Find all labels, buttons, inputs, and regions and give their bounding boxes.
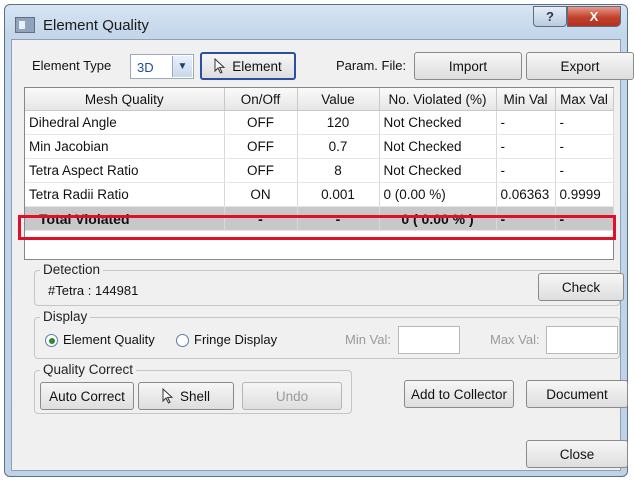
import-button[interactable]: Import: [414, 52, 522, 80]
violated-cell: Not Checked: [379, 158, 497, 183]
undo-button[interactable]: Undo: [242, 382, 342, 410]
element-quality-radio[interactable]: [45, 334, 58, 347]
column-header[interactable]: Value: [297, 88, 380, 111]
auto-correct-button[interactable]: Auto Correct: [40, 382, 134, 410]
onoff-cell[interactable]: OFF: [224, 134, 298, 159]
max-val-field[interactable]: [546, 326, 618, 354]
quality-table: Mesh Quality On/Off Value No. Violated (…: [24, 87, 614, 260]
fringe-display-radio[interactable]: [176, 334, 189, 347]
column-header[interactable]: Max Val: [555, 88, 614, 111]
min-val-cell: -: [496, 110, 556, 135]
detection-group-label: Detection: [40, 262, 104, 277]
max-val-cell: -: [555, 134, 614, 159]
total-violated-cell: 0 ( 0.00 % ): [379, 206, 497, 231]
table-row[interactable]: Dihedral Angle OFF 120 Not Checked - -: [25, 110, 614, 135]
table-row[interactable]: Tetra Radii Ratio ON 0.001 0 (0.00 %) 0.…: [25, 182, 614, 207]
min-val-cell: 0.06363: [496, 182, 556, 207]
onoff-cell[interactable]: OFF: [224, 158, 298, 183]
min-val-field[interactable]: [398, 326, 460, 354]
element-quality-dialog: Element Quality ? X Element Type 3D ▼ El…: [4, 4, 634, 477]
tetra-count-text: #Tetra : 144981: [48, 283, 139, 298]
onoff-cell[interactable]: ON: [224, 182, 298, 207]
value-cell[interactable]: 0.7: [297, 134, 380, 159]
element-button-label: Element: [232, 58, 282, 74]
cursor-arrow-icon: [214, 58, 226, 74]
table-row[interactable]: Min Jacobian OFF 0.7 Not Checked - -: [25, 134, 614, 159]
help-button[interactable]: ?: [533, 6, 567, 27]
max-val-cell: 0.9999: [555, 182, 614, 207]
min-val-cell: -: [496, 158, 556, 183]
window-icon: [15, 17, 35, 33]
column-header[interactable]: Mesh Quality: [25, 88, 225, 111]
display-group-label: Display: [40, 309, 91, 324]
total-max-cell: -: [555, 206, 614, 231]
chevron-down-icon[interactable]: ▼: [172, 56, 192, 77]
column-header[interactable]: On/Off: [224, 88, 298, 111]
shell-button[interactable]: Shell: [138, 382, 234, 410]
mesh-quality-cell: Dihedral Angle: [25, 110, 225, 135]
mesh-quality-cell: Tetra Radii Ratio: [25, 182, 225, 207]
shell-button-label: Shell: [179, 388, 211, 404]
close-button[interactable]: Close: [526, 440, 628, 468]
min-val-label: Min Val:: [345, 332, 391, 347]
window-close-button[interactable]: X: [567, 6, 621, 27]
help-icon: ?: [546, 9, 554, 24]
onoff-cell[interactable]: OFF: [224, 110, 298, 135]
mesh-quality-cell: Tetra Aspect Ratio: [25, 158, 225, 183]
total-min-cell: -: [496, 206, 556, 231]
violated-cell: Not Checked: [379, 110, 497, 135]
window-title: Element Quality: [43, 17, 149, 34]
value-cell[interactable]: 120: [297, 110, 380, 135]
value-cell[interactable]: 0.001: [297, 182, 380, 207]
param-file-label: Param. File:: [336, 58, 407, 73]
total-violated-row: Total Violated - - 0 ( 0.00 % ) - -: [25, 206, 614, 231]
element-button[interactable]: Element: [200, 52, 296, 80]
check-button[interactable]: Check: [538, 273, 624, 301]
violated-cell: Not Checked: [379, 134, 497, 159]
export-button[interactable]: Export: [526, 52, 634, 80]
dialog-body: Element Type 3D ▼ Element Param. File: I…: [11, 39, 634, 471]
close-icon: X: [589, 9, 599, 24]
total-onoff-cell: -: [224, 206, 298, 231]
table-row[interactable]: Tetra Aspect Ratio OFF 8 Not Checked - -: [25, 158, 614, 183]
document-button[interactable]: Document: [526, 380, 628, 408]
violated-cell: 0 (0.00 %): [379, 182, 497, 207]
max-val-cell: -: [555, 158, 614, 183]
total-label-cell: Total Violated: [25, 206, 225, 231]
element-quality-radio-label[interactable]: Element Quality: [63, 332, 155, 347]
column-header[interactable]: Min Val: [496, 88, 556, 111]
add-to-collector-button[interactable]: Add to Collector: [404, 380, 514, 408]
table-header-row: Mesh Quality On/Off Value No. Violated (…: [25, 88, 614, 111]
column-header[interactable]: No. Violated (%): [379, 88, 497, 111]
max-val-cell: -: [555, 110, 614, 135]
element-type-select[interactable]: 3D ▼: [130, 54, 194, 79]
value-cell[interactable]: 8: [297, 158, 380, 183]
mesh-quality-cell: Min Jacobian: [25, 134, 225, 159]
title-bar[interactable]: Element Quality ? X: [5, 5, 627, 39]
fringe-display-radio-label[interactable]: Fringe Display: [194, 332, 277, 347]
quality-correct-group-label: Quality Correct: [40, 362, 137, 377]
min-val-cell: -: [496, 134, 556, 159]
element-type-value: 3D: [137, 60, 154, 75]
max-val-label: Max Val:: [490, 332, 540, 347]
total-value-cell: -: [297, 206, 380, 231]
element-type-label: Element Type: [32, 58, 112, 73]
cursor-arrow-icon: [162, 388, 174, 404]
